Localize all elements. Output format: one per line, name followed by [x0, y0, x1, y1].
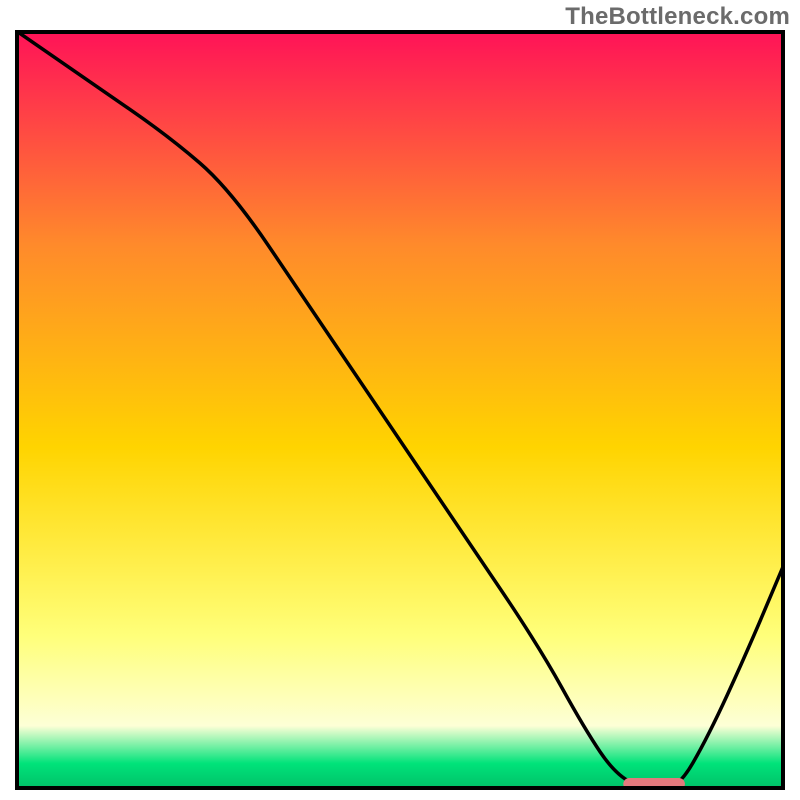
plot-area [15, 30, 785, 790]
watermark-label: TheBottleneck.com [565, 3, 790, 31]
chart-stage: TheBottleneck.com [0, 0, 800, 800]
gradient-background [19, 34, 781, 786]
plot-svg [15, 30, 785, 790]
